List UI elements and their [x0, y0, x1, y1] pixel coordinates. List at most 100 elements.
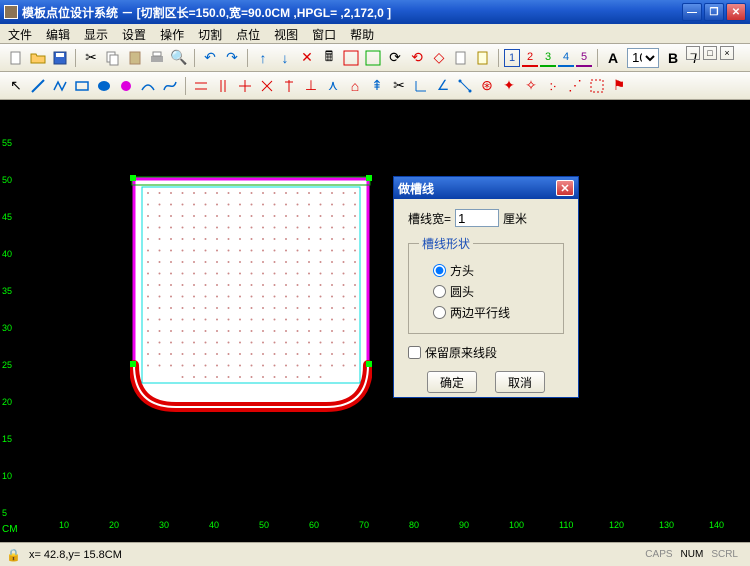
keep-checkbox[interactable] — [408, 346, 421, 359]
mark5-icon[interactable]: ⇞ — [367, 76, 387, 96]
minimize-button[interactable]: — — [682, 3, 702, 21]
scrl-indicator: SCRL — [711, 549, 738, 560]
menu-edit[interactable]: 编辑 — [46, 26, 70, 41]
layer-1[interactable]: 1 — [504, 49, 520, 67]
child-max-button[interactable]: □ — [703, 46, 717, 60]
status-bar: 🔒 x= 42.8,y= 15.8CM CAPS NUM SCRL — [0, 542, 750, 566]
delete-icon[interactable]: ✕ — [297, 48, 317, 68]
font-label: A — [603, 48, 623, 68]
parallel-icon[interactable] — [191, 76, 211, 96]
coords-label: x= 42.8,y= 15.8CM — [29, 549, 122, 561]
mark3-icon[interactable]: ⋏ — [323, 76, 343, 96]
menu-point[interactable]: 点位 — [236, 26, 260, 41]
layer-5[interactable]: 5 — [576, 49, 592, 67]
flag-icon[interactable]: ⚑ — [609, 76, 629, 96]
open-icon[interactable] — [28, 48, 48, 68]
doc-icon[interactable] — [451, 48, 471, 68]
shape-group: 槽线形状 方头 圆头 两边平行线 — [408, 235, 564, 334]
dots1-icon[interactable]: ჻ — [543, 76, 563, 96]
menu-window[interactable]: 窗口 — [312, 26, 336, 41]
polyline-icon[interactable] — [50, 76, 70, 96]
plus-icon[interactable] — [235, 76, 255, 96]
radio-parallel-label: 两边平行线 — [450, 304, 510, 321]
ok-button[interactable]: 确定 — [427, 371, 477, 393]
refresh-icon[interactable]: ⟳ — [385, 48, 405, 68]
menu-cut[interactable]: 切割 — [198, 26, 222, 41]
preview-icon[interactable]: 🔍 — [169, 48, 189, 68]
workpiece-shape[interactable] — [130, 175, 372, 415]
close-button[interactable]: ✕ — [726, 3, 746, 21]
layer-3[interactable]: 3 — [540, 49, 556, 67]
caps-indicator: CAPS — [645, 549, 672, 560]
ellipse-icon[interactable] — [94, 76, 114, 96]
mark4-icon[interactable]: ⌂ — [345, 76, 365, 96]
cancel-button[interactable]: 取消 — [495, 371, 545, 393]
diamond-icon[interactable]: ◇ — [429, 48, 449, 68]
canvas[interactable]: 5 10 15 20 25 30 35 40 45 50 55 10 20 30… — [0, 100, 750, 542]
down-icon[interactable]: ↓ — [275, 48, 295, 68]
child-min-button[interactable]: – — [686, 46, 700, 60]
redo-icon[interactable]: ↷ — [222, 48, 242, 68]
cross-icon[interactable] — [257, 76, 277, 96]
radio-round-label: 圆头 — [450, 283, 474, 300]
radio-parallel[interactable] — [433, 306, 446, 319]
radio-round[interactable] — [433, 285, 446, 298]
num-indicator: NUM — [681, 549, 704, 560]
menu-operate[interactable]: 操作 — [160, 26, 184, 41]
dialog-titlebar[interactable]: 做槽线 ✕ — [394, 177, 578, 199]
grid-icon[interactable] — [363, 48, 383, 68]
select-box-icon[interactable] — [587, 76, 607, 96]
lock-icon: 🔒 — [6, 548, 21, 562]
compass-icon[interactable]: ⊛ — [477, 76, 497, 96]
mark1-icon[interactable] — [279, 76, 299, 96]
up-icon[interactable]: ↑ — [253, 48, 273, 68]
dialog-close-button[interactable]: ✕ — [556, 180, 574, 196]
menu-view[interactable]: 视图 — [274, 26, 298, 41]
pointer-icon[interactable]: ↖ — [6, 76, 26, 96]
menu-bar: 文件 编辑 显示 设置 操作 切割 点位 视图 窗口 帮助 — [0, 24, 750, 44]
app-icon — [4, 5, 18, 19]
measure-icon[interactable] — [455, 76, 475, 96]
slot-dialog: 做槽线 ✕ 槽线宽= 厘米 槽线形状 方头 圆头 两边平行线 保留原来线段 确定… — [393, 176, 579, 398]
toolbar-main: ✂ 🔍 ↶ ↷ ↑ ↓ ✕ 🖩 ⟳ ⟲ ◇ 1 2 3 4 5 A 10 B I — [0, 44, 750, 72]
line-icon[interactable] — [28, 76, 48, 96]
width-input[interactable] — [455, 209, 499, 227]
curve-icon[interactable] — [160, 76, 180, 96]
angle2-icon[interactable]: ∠ — [433, 76, 453, 96]
bold-icon[interactable]: B — [663, 48, 683, 68]
menu-file[interactable]: 文件 — [8, 26, 32, 41]
rotate-icon[interactable]: ⟲ — [407, 48, 427, 68]
page-icon[interactable] — [473, 48, 493, 68]
menu-display[interactable]: 显示 — [84, 26, 108, 41]
plot-icon[interactable] — [341, 48, 361, 68]
dots2-icon[interactable]: ⋰ — [565, 76, 585, 96]
radio-square-label: 方头 — [450, 262, 474, 279]
angle-icon[interactable] — [411, 76, 431, 96]
paste-icon[interactable] — [125, 48, 145, 68]
rect-icon[interactable] — [72, 76, 92, 96]
font-size-combo[interactable]: 10 — [627, 48, 659, 68]
print-icon[interactable] — [147, 48, 167, 68]
star-icon[interactable]: ✧ — [521, 76, 541, 96]
maximize-button[interactable]: ❐ — [704, 3, 724, 21]
layer-2[interactable]: 2 — [522, 49, 538, 67]
undo-icon[interactable]: ↶ — [200, 48, 220, 68]
center-icon[interactable]: ✦ — [499, 76, 519, 96]
vlines-icon[interactable] — [213, 76, 233, 96]
circle-icon[interactable] — [116, 76, 136, 96]
toolbar-shapes: ↖ ⊥ ⋏ ⌂ ⇞ ✂ ∠ ⊛ ✦ ✧ ჻ ⋰ ⚑ — [0, 72, 750, 100]
new-icon[interactable] — [6, 48, 26, 68]
menu-settings[interactable]: 设置 — [122, 26, 146, 41]
copy-icon[interactable] — [103, 48, 123, 68]
window-title: 模板点位设计系统 － [切割区长=150.0,宽=90.0CM ,HPGL= ,… — [22, 4, 682, 21]
radio-square[interactable] — [433, 264, 446, 277]
calc-icon[interactable]: 🖩 — [319, 48, 339, 68]
mark2-icon[interactable]: ⊥ — [301, 76, 321, 96]
cut-icon[interactable]: ✂ — [81, 48, 101, 68]
child-close-button[interactable]: × — [720, 46, 734, 60]
arc-icon[interactable] — [138, 76, 158, 96]
menu-help[interactable]: 帮助 — [350, 26, 374, 41]
layer-4[interactable]: 4 — [558, 49, 574, 67]
save-icon[interactable] — [50, 48, 70, 68]
scissors2-icon[interactable]: ✂ — [389, 76, 409, 96]
